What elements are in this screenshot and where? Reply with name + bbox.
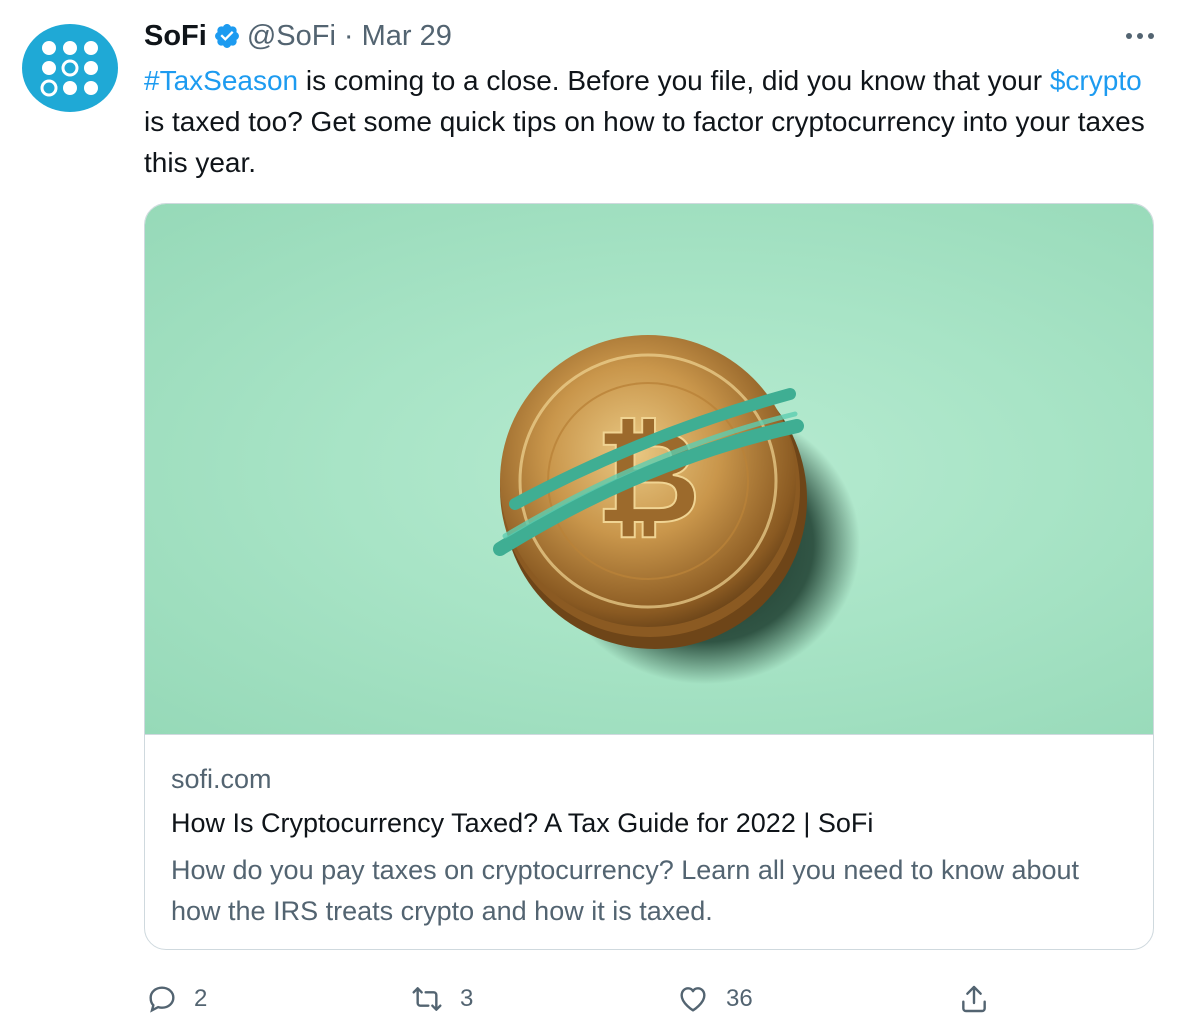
avatar[interactable] [22, 24, 118, 112]
tweet-date[interactable]: Mar 29 [362, 20, 452, 53]
reply-icon [149, 986, 175, 1013]
cashtag-link[interactable]: $crypto [1050, 65, 1142, 96]
more-dots-icon [1126, 33, 1154, 39]
tweet-header: SoFi @SoFi · Mar 29 [144, 18, 452, 54]
card-image[interactable]: ₿ [145, 204, 1153, 734]
tweet-actions: 2 3 36 [0, 975, 1182, 1025]
more-options-button[interactable] [1120, 18, 1160, 54]
reply-count: 2 [194, 985, 208, 1012]
tweet-text-part2: is taxed too? Get some quick tips on how… [144, 106, 1145, 178]
share-icon [962, 985, 986, 1013]
author-handle[interactable]: @SoFi [247, 20, 336, 53]
card-title[interactable]: How Is Cryptocurrency Taxed? A Tax Guide… [171, 808, 873, 839]
author-name[interactable]: SoFi [144, 20, 207, 53]
card-divider [145, 734, 1153, 735]
verified-badge-icon [213, 22, 241, 50]
like-button[interactable]: 36 [676, 975, 753, 1023]
link-card[interactable]: ₿ sofi.com How Is Cryptocurrency Taxed? … [144, 203, 1154, 950]
retweet-icon [412, 987, 442, 1011]
card-domain: sofi.com [171, 764, 272, 794]
separator-dot: · [343, 19, 354, 52]
sofi-logo-icon [40, 41, 98, 97]
share-button[interactable] [958, 975, 990, 1023]
bitcoin-image-icon: ₿ [493, 335, 860, 684]
tweet-text-part1: is coming to a close. Before you file, d… [298, 65, 1050, 96]
heart-icon [680, 987, 706, 1012]
reply-button[interactable]: 2 [146, 975, 207, 1023]
retweet-count: 3 [460, 985, 474, 1012]
like-count: 36 [726, 985, 753, 1012]
hashtag-link[interactable]: #TaxSeason [144, 65, 298, 96]
retweet-button[interactable]: 3 [410, 975, 473, 1023]
card-description: How do you pay taxes on cryptocurrency? … [171, 855, 1080, 926]
tweet-text: #TaxSeason is coming to a close. Before … [144, 60, 1154, 183]
